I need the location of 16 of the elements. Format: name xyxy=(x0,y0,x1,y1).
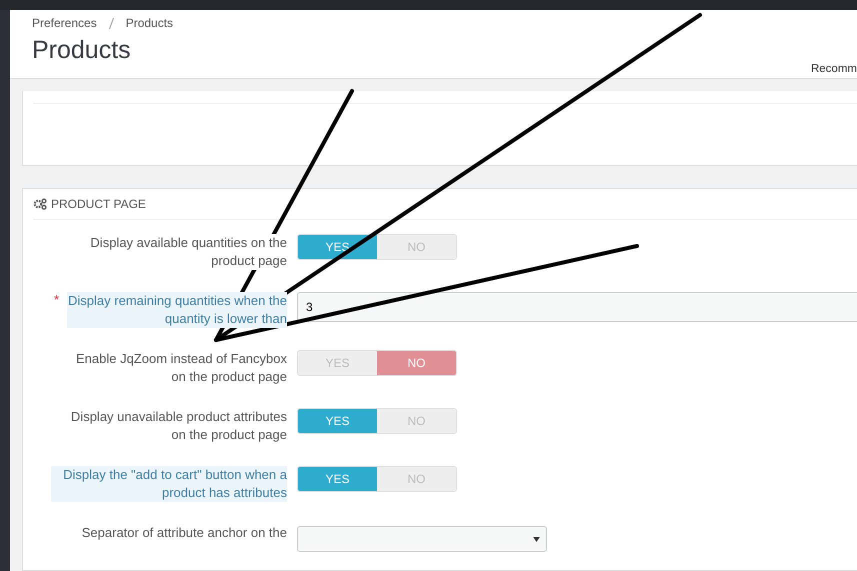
panel-title: PRODUCT PAGE xyxy=(51,197,146,211)
breadcrumb-link[interactable]: Preferences xyxy=(32,16,97,30)
toggle-option[interactable]: YES xyxy=(298,467,377,491)
toggle-option[interactable]: YES xyxy=(298,409,377,433)
input-field[interactable]: 3 xyxy=(297,292,857,322)
field-label: Display remaining quantities when the quantity is lower than xyxy=(67,292,287,328)
toggle-option[interactable]: NO xyxy=(377,351,456,375)
required-mark: * xyxy=(54,292,59,309)
toggle-option[interactable]: YES xyxy=(298,235,377,259)
gears-icon xyxy=(33,198,47,210)
select-field[interactable] xyxy=(297,526,547,552)
breadcrumb-current: Products xyxy=(126,16,174,30)
header-link[interactable]: Recomm xyxy=(810,63,857,75)
caret-icon xyxy=(533,536,540,542)
page-title: Products xyxy=(32,36,131,65)
field-label: Display the "add to cart" button when a product has attributes xyxy=(51,466,287,502)
